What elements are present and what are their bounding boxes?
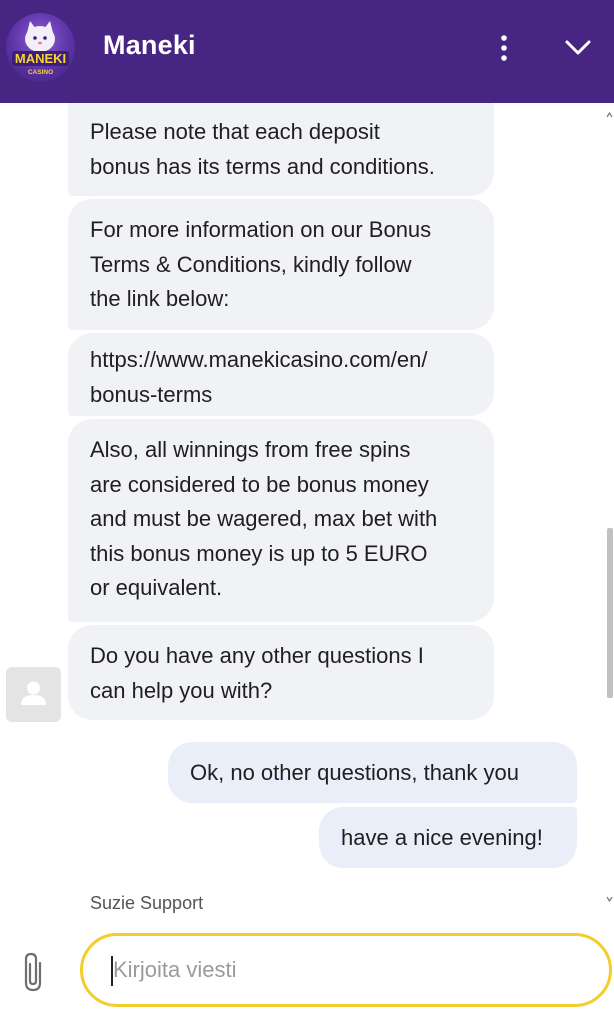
- svg-text:MANEKI: MANEKI: [15, 51, 66, 66]
- paperclip-icon[interactable]: [18, 950, 48, 994]
- scroll-thumb[interactable]: [607, 528, 613, 698]
- user-message: have a nice evening!: [319, 807, 577, 868]
- chat-transcript[interactable]: Please note that each deposit bonus has …: [0, 103, 614, 918]
- user-avatar-icon: [6, 667, 61, 722]
- svg-text:CASINO: CASINO: [28, 69, 53, 76]
- agent-message: Please note that each deposit bonus has …: [68, 103, 494, 196]
- message-input[interactable]: [80, 933, 612, 1007]
- bonus-terms-link[interactable]: https://www.manekicasino.com/en/ bonus-t…: [68, 333, 494, 416]
- agent-message: For more information on our Bonus Terms …: [68, 199, 494, 330]
- text-caret: [111, 956, 113, 986]
- maneki-logo: MANEKI CASINO: [6, 13, 75, 82]
- more-vertical-icon[interactable]: [494, 34, 514, 64]
- user-message: Ok, no other questions, thank you: [168, 742, 577, 803]
- chat-header: MANEKI CASINO Maneki: [0, 0, 614, 103]
- agent-message: Also, all winnings from free spins are c…: [68, 419, 494, 622]
- message-composer: [0, 918, 614, 1024]
- header-title: Maneki: [103, 30, 196, 60]
- agent-name: Suzie Support: [90, 893, 204, 913]
- chevron-down-icon[interactable]: [564, 38, 592, 58]
- chat-scrollbar[interactable]: [605, 103, 614, 918]
- agent-message: Do you have any other questions I can he…: [68, 625, 494, 720]
